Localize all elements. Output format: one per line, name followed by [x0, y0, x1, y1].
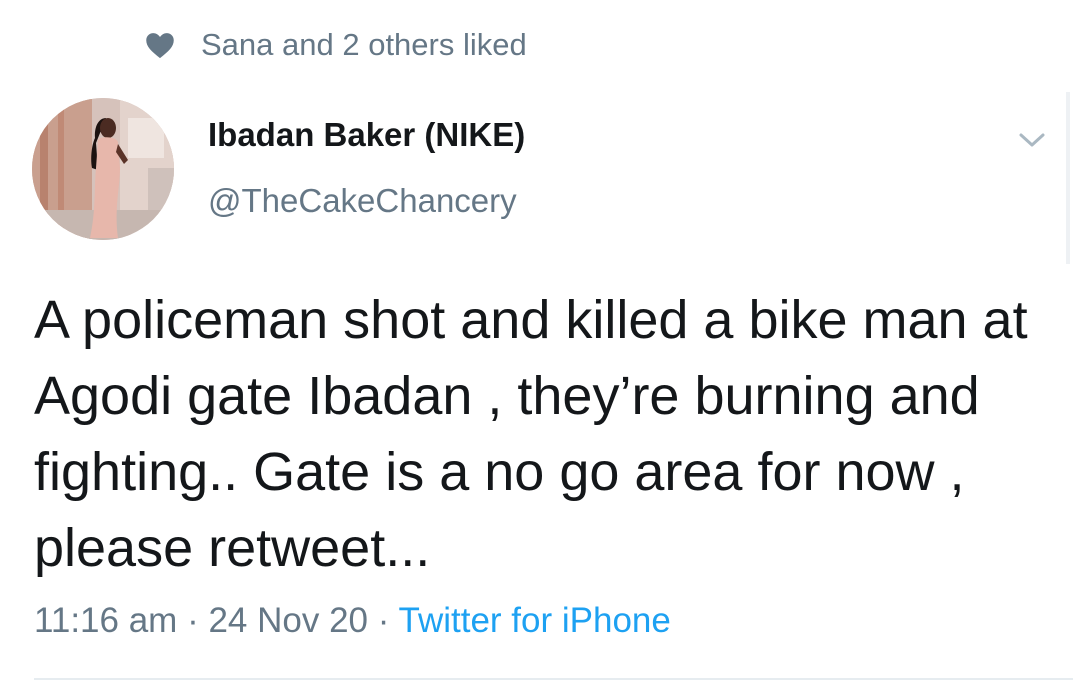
- chevron-down-icon[interactable]: [1014, 122, 1050, 158]
- author-handle[interactable]: @TheCakeChancery: [208, 182, 517, 220]
- divider: [34, 678, 1073, 680]
- author-display-name[interactable]: Ibadan Baker (NIKE): [208, 116, 525, 154]
- tweet-source-link[interactable]: Twitter for iPhone: [399, 601, 671, 640]
- tweet-time[interactable]: 11:16 am: [34, 601, 177, 640]
- tweet-meta: 11:16 am · 24 Nov 20 · Twitter for iPhon…: [34, 601, 671, 641]
- scroll-edge: [1066, 92, 1070, 264]
- meta-separator: ·: [377, 601, 390, 640]
- tweet-text: A policeman shot and killed a bike man a…: [34, 290, 1028, 578]
- avatar[interactable]: [32, 98, 174, 240]
- heart-icon: [143, 28, 177, 62]
- tweet-date[interactable]: 24 Nov 20: [208, 601, 368, 640]
- meta-separator: ·: [187, 601, 199, 640]
- avatar-photo: [32, 98, 174, 240]
- social-context[interactable]: Sana and 2 others liked: [143, 24, 527, 66]
- social-context-text: Sana and 2 others liked: [201, 27, 527, 62]
